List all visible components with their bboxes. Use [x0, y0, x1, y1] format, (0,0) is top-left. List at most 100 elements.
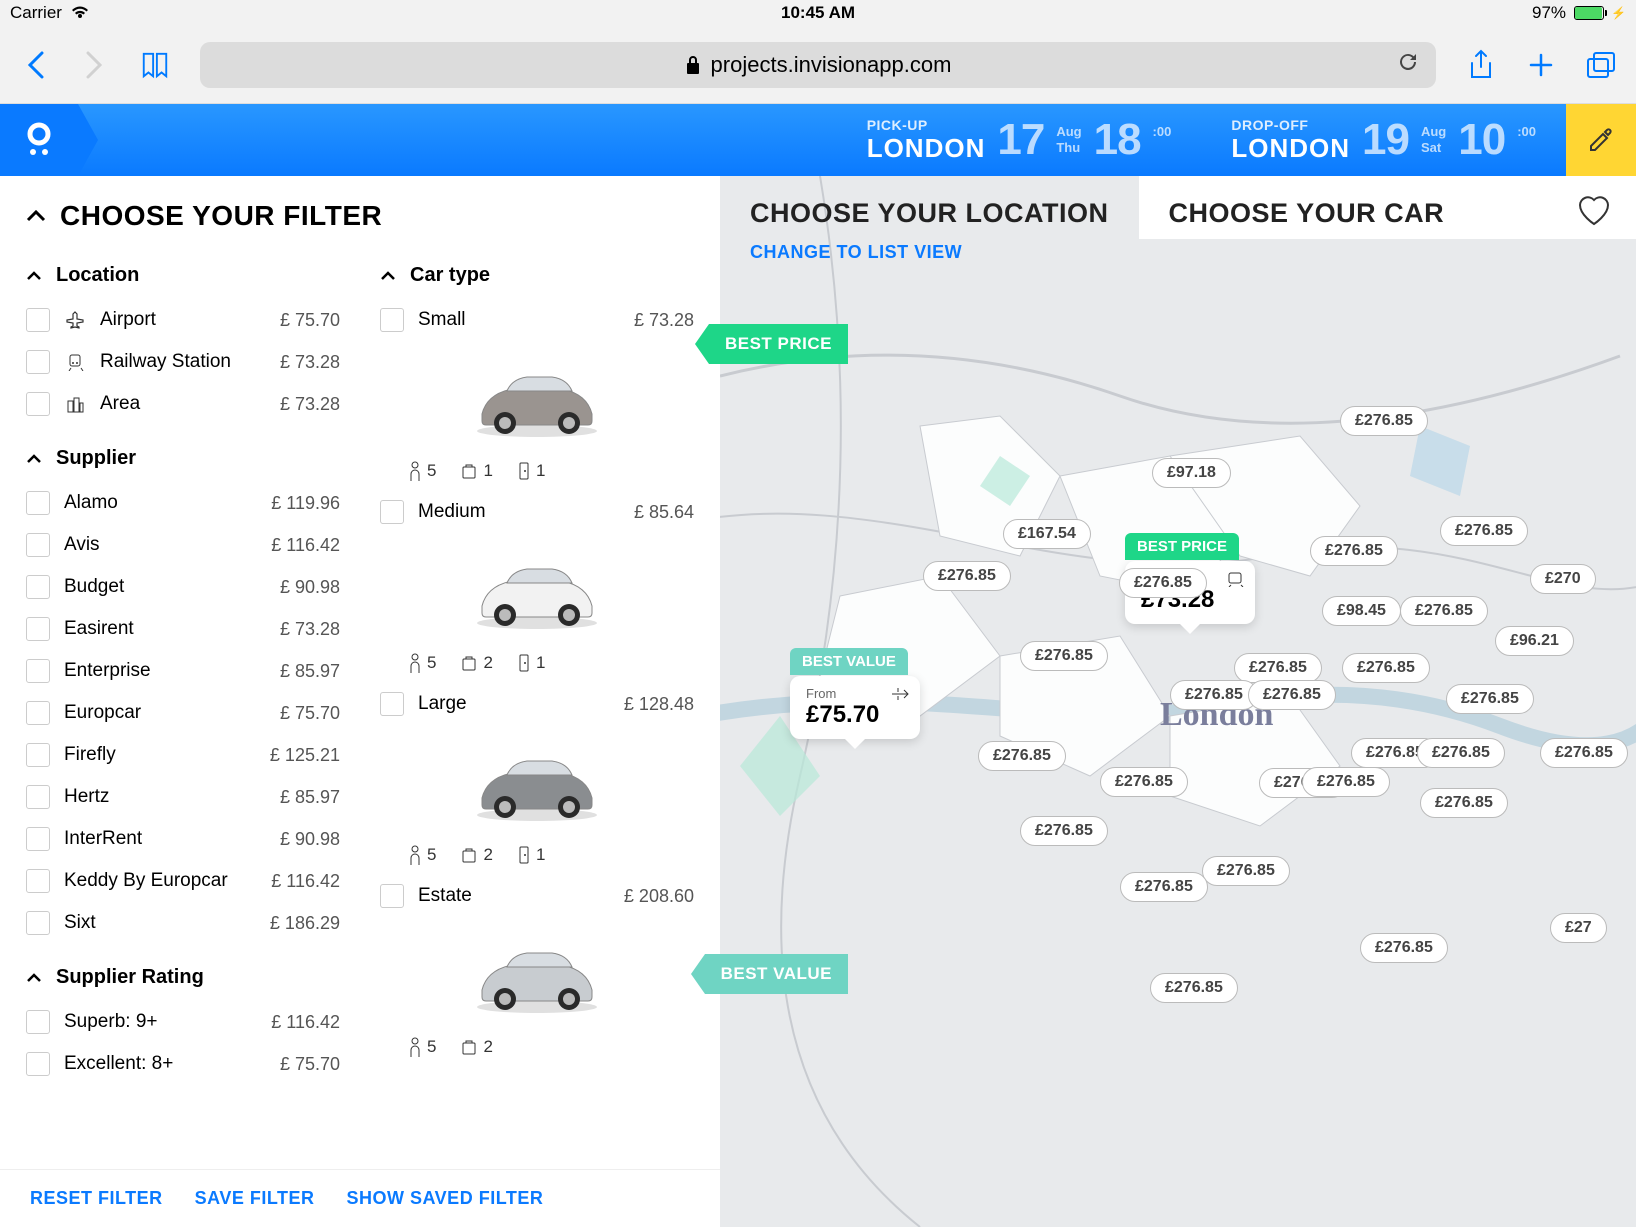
map-price-pin[interactable]: £276.85 [1360, 933, 1448, 963]
filter-row-supplier[interactable]: InterRent£ 90.98 [26, 818, 340, 860]
url-bar[interactable]: projects.invisionapp.com [200, 42, 1436, 88]
checkbox[interactable] [26, 575, 50, 599]
edit-search-button[interactable] [1566, 104, 1636, 176]
checkbox[interactable] [26, 392, 50, 416]
show-saved-filter-button[interactable]: SHOW SAVED FILTER [347, 1188, 544, 1209]
section-supplier[interactable]: Supplier [26, 447, 340, 470]
map-price-pin[interactable]: £276.85 [1310, 536, 1398, 566]
filter-price: £ 73.28 [280, 352, 340, 373]
section-rating[interactable]: Supplier Rating [26, 966, 340, 989]
map-price-pin[interactable]: £27 [1550, 913, 1607, 943]
map-price-pin[interactable]: £276.85 [1342, 653, 1430, 683]
checkbox[interactable] [26, 869, 50, 893]
map-price-pin[interactable]: £276.85 [1234, 653, 1322, 683]
checkbox[interactable] [380, 500, 404, 524]
tab-choose-car[interactable]: CHOOSE YOUR CAR [1139, 176, 1636, 239]
share-button[interactable] [1466, 50, 1496, 80]
checkbox[interactable] [26, 308, 50, 332]
tab-choose-location[interactable]: CHOOSE YOUR LOCATION [720, 176, 1139, 239]
filter-row-rating[interactable]: Excellent: 8+£ 75.70 [26, 1043, 340, 1085]
map-price-pin[interactable]: £270 [1530, 564, 1596, 594]
forward-button[interactable] [80, 50, 110, 80]
section-location[interactable]: Location [26, 264, 340, 287]
checkbox[interactable] [26, 743, 50, 767]
tabs-button[interactable] [1586, 50, 1616, 80]
map-price-pin[interactable]: £276.85 [1120, 872, 1208, 902]
checkbox[interactable] [26, 1010, 50, 1034]
checkbox[interactable] [26, 827, 50, 851]
map-price-pin[interactable]: £276.85 [1100, 767, 1188, 797]
map-price-pin[interactable]: £276.85 [1340, 406, 1428, 436]
map-pin-best-value[interactable]: BEST VALUE From £75.70 [790, 676, 920, 739]
back-button[interactable] [20, 50, 50, 80]
filter-row-supplier[interactable]: Alamo£ 119.96 [26, 482, 340, 524]
reset-filter-button[interactable]: RESET FILTER [30, 1188, 163, 1209]
filter-row-supplier[interactable]: Europcar£ 75.70 [26, 692, 340, 734]
refresh-button[interactable] [1396, 50, 1420, 80]
filter-header[interactable]: CHOOSE YOUR FILTER [0, 176, 720, 242]
map-price-pin[interactable]: £97.18 [1152, 458, 1231, 488]
cartype-card[interactable]: Estate£ 208.60 52 [380, 875, 694, 1067]
map-price-pin[interactable]: £276.85 [923, 561, 1011, 591]
map-price-pin[interactable]: £276.85 [1540, 738, 1628, 768]
checkbox[interactable] [26, 785, 50, 809]
filter-row-supplier[interactable]: Avis£ 116.42 [26, 524, 340, 566]
pin-badge-best-value: BEST VALUE [790, 648, 908, 675]
app-logo[interactable] [0, 104, 78, 176]
checkbox[interactable] [26, 911, 50, 935]
checkbox[interactable] [380, 884, 404, 908]
checkbox[interactable] [26, 1052, 50, 1076]
list-view-toggle[interactable]: CHANGE TO LIST VIEW [750, 242, 962, 263]
map-price-pin[interactable]: £276.85 [1400, 596, 1488, 626]
checkbox[interactable] [26, 617, 50, 641]
cartype-card[interactable]: Large£ 128.48 52 1 [380, 683, 694, 875]
map-price-pin[interactable]: £276.85 [1302, 767, 1390, 797]
checkbox[interactable] [26, 533, 50, 557]
checkbox[interactable] [26, 701, 50, 725]
bookmarks-button[interactable] [140, 50, 170, 80]
map-price-pin[interactable]: £276.85 [1248, 680, 1336, 710]
map-price-pin[interactable]: £276.85 [1020, 641, 1108, 671]
map-price-pin[interactable]: £276.85 [1440, 516, 1528, 546]
map-price-pin[interactable]: £276.85 [1202, 856, 1290, 886]
filter-row-supplier[interactable]: Hertz£ 85.97 [26, 776, 340, 818]
filter-label: Enterprise [64, 660, 266, 682]
filter-row-location[interactable]: Area£ 73.28 [26, 383, 340, 425]
filter-row-supplier[interactable]: Keddy By Europcar£ 116.42 [26, 860, 340, 902]
checkbox[interactable] [26, 491, 50, 515]
new-tab-button[interactable] [1526, 50, 1556, 80]
spec-doors: 1 [517, 845, 545, 865]
map-price-pin[interactable]: £276.85 [1446, 684, 1534, 714]
section-cartype[interactable]: Car type [380, 264, 694, 287]
spec-passengers: 5 [408, 845, 436, 865]
filter-row-supplier[interactable]: Firefly£ 125.21 [26, 734, 340, 776]
filter-row-supplier[interactable]: Budget£ 90.98 [26, 566, 340, 608]
map-price-pin[interactable]: £98.45 [1322, 596, 1401, 626]
filter-row-supplier[interactable]: Easirent£ 73.28 [26, 608, 340, 650]
filter-row-location[interactable]: Railway Station£ 73.28 [26, 341, 340, 383]
checkbox[interactable] [26, 350, 50, 374]
map-price-pin[interactable]: £276.85 [1150, 973, 1238, 1003]
checkbox[interactable] [380, 692, 404, 716]
map-price-pin[interactable]: £96.21 [1495, 626, 1574, 656]
filter-row-supplier[interactable]: Sixt£ 186.29 [26, 902, 340, 944]
filter-row-location[interactable]: Airport£ 75.70 [26, 299, 340, 341]
map-price-pin[interactable]: £167.54 [1003, 519, 1091, 549]
dropoff-month: Aug [1421, 124, 1446, 140]
favorites-button[interactable] [1576, 194, 1612, 231]
spec-bags: 2 [460, 1037, 492, 1057]
map-area[interactable]: CHOOSE YOUR LOCATION CHOOSE YOUR CAR CHA… [720, 176, 1636, 1227]
save-filter-button[interactable]: SAVE FILTER [195, 1188, 315, 1209]
map-price-pin[interactable]: £276.85 [1119, 568, 1207, 598]
filter-row-supplier[interactable]: Enterprise£ 85.97 [26, 650, 340, 692]
filter-row-rating[interactable]: Superb: 9+£ 116.42 [26, 1001, 340, 1043]
map-price-pin[interactable]: £276.85 [1420, 788, 1508, 818]
map-price-pin[interactable]: £276.85 [978, 741, 1066, 771]
cartype-card[interactable]: Medium£ 85.64 52 1 [380, 491, 694, 683]
checkbox[interactable] [380, 308, 404, 332]
map-price-pin[interactable]: £276.85 [1417, 738, 1505, 768]
map-price-pin[interactable]: £276.85 [1170, 680, 1258, 710]
checkbox[interactable] [26, 659, 50, 683]
cartype-card[interactable]: Small£ 73.28 51 1 [380, 299, 694, 491]
map-price-pin[interactable]: £276.85 [1020, 816, 1108, 846]
